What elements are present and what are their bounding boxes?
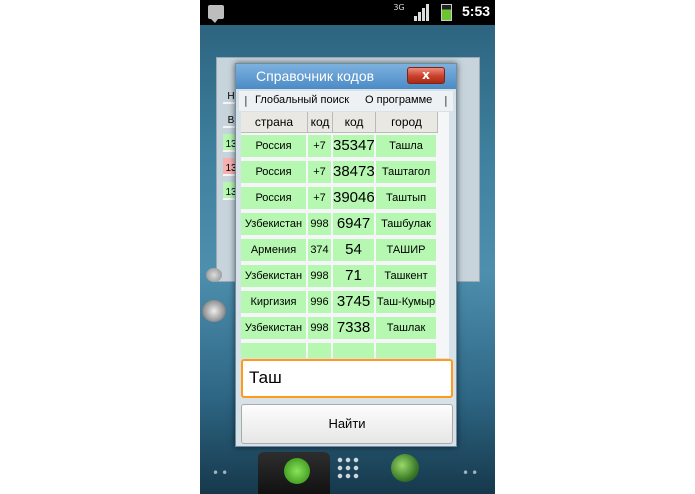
cell-country[interactable]: Узбекистан — [241, 213, 308, 237]
codes-dialog: Справочник кодов x | Глобальный поиск О … — [235, 63, 457, 447]
notification-icon[interactable] — [208, 5, 224, 23]
background-widget — [202, 300, 226, 322]
phone-screen: 3G 5:53 Н В 13 13 13 •• •• Справочник ко… — [200, 0, 495, 494]
cell-country[interactable]: Армения — [241, 239, 308, 263]
cell-code[interactable]: 7338 — [333, 317, 376, 341]
cell-prefix[interactable]: +7 — [308, 161, 333, 185]
cell-prefix[interactable]: 998 — [308, 317, 333, 341]
cell-city[interactable] — [376, 343, 438, 358]
dialog-titlebar: Справочник кодов x — [236, 64, 456, 89]
clock: 5:53 — [462, 3, 491, 19]
apps-grid-icon[interactable] — [336, 456, 360, 480]
column-header-code[interactable]: код — [333, 112, 376, 133]
cell-city[interactable]: ТАШИР — [376, 239, 438, 263]
find-button[interactable]: Найти — [241, 404, 453, 444]
cell-city[interactable]: Ташла — [376, 135, 438, 159]
background-widget — [206, 268, 222, 282]
codes-table[interactable]: страна код код город Россия +7 35347 Ташла Р… — [241, 112, 449, 358]
cell-prefix[interactable]: 996 — [308, 291, 333, 315]
cell-city[interactable]: Таштып — [376, 187, 438, 211]
table-scrollbar[interactable] — [445, 113, 449, 358]
cell-code[interactable]: 38473 — [333, 161, 376, 185]
cell-prefix[interactable] — [308, 343, 333, 358]
dialog-title: Справочник кодов — [256, 68, 375, 84]
cell-code[interactable]: 71 — [333, 265, 376, 289]
column-header-prefix[interactable]: код — [308, 112, 333, 133]
cell-country[interactable]: Россия — [241, 187, 308, 211]
menu-about[interactable]: О программе — [365, 94, 432, 106]
cell-prefix[interactable]: 998 — [308, 213, 333, 237]
page-dots: •• — [462, 466, 481, 480]
search-input[interactable]: Таш — [241, 359, 453, 398]
cell-prefix[interactable]: 998 — [308, 265, 333, 289]
menu-separator: | — [244, 94, 248, 107]
cell-city[interactable]: Таштагол — [376, 161, 438, 185]
cell-prefix[interactable]: +7 — [308, 135, 333, 159]
cell-city[interactable]: Ташкент — [376, 265, 438, 289]
cell-country[interactable]: Узбекистан — [241, 265, 308, 289]
cell-country[interactable]: Россия — [241, 161, 308, 185]
close-icon[interactable]: x — [407, 67, 445, 84]
cell-city[interactable]: Ташбулак — [376, 213, 438, 237]
cell-prefix[interactable]: 374 — [308, 239, 333, 263]
menu-separator: | — [444, 94, 448, 107]
battery-icon — [441, 4, 452, 21]
cell-code[interactable] — [333, 343, 376, 358]
menu-global-search[interactable]: Глобальный поиск — [255, 94, 349, 106]
cell-city[interactable]: Таш-Кумыр — [376, 291, 438, 315]
signal-icon — [414, 4, 430, 21]
page-dots: •• — [212, 466, 231, 480]
phone-icon[interactable] — [284, 458, 310, 484]
home-dock: •• •• — [200, 444, 495, 494]
cell-code[interactable]: 54 — [333, 239, 376, 263]
cell-code[interactable]: 39046 — [333, 187, 376, 211]
cell-city[interactable]: Ташлак — [376, 317, 438, 341]
cell-code[interactable]: 6947 — [333, 213, 376, 237]
cell-prefix[interactable]: +7 — [308, 187, 333, 211]
status-bar: 3G 5:53 — [200, 0, 495, 25]
cell-country[interactable]: Россия — [241, 135, 308, 159]
cell-country[interactable]: Киргизия — [241, 291, 308, 315]
network-type: 3G — [393, 3, 405, 12]
column-header-country[interactable]: страна — [241, 112, 308, 133]
cell-code[interactable]: 35347 — [333, 135, 376, 159]
menu-bar: | Глобальный поиск О программе | — [239, 91, 453, 111]
cell-code[interactable]: 3745 — [333, 291, 376, 315]
cell-country[interactable] — [241, 343, 308, 358]
browser-globe-icon[interactable] — [391, 454, 419, 482]
cell-country[interactable]: Узбекистан — [241, 317, 308, 341]
column-header-city[interactable]: город — [376, 112, 438, 133]
